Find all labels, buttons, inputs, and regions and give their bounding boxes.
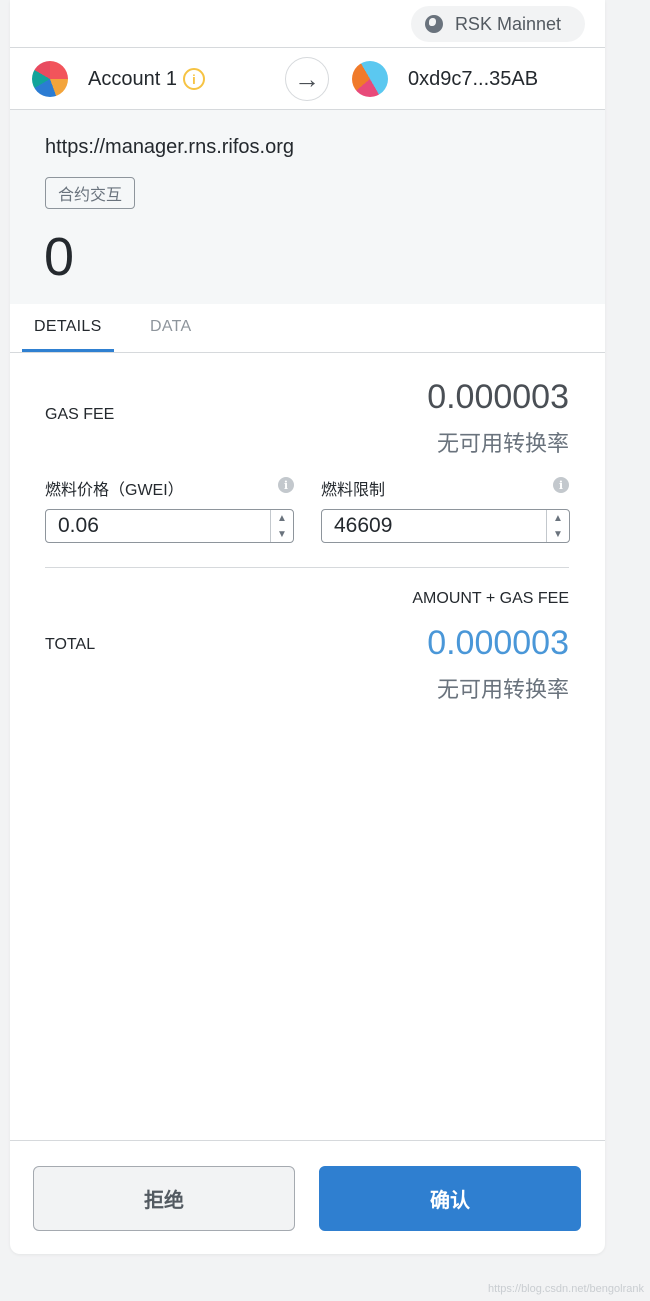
action-badge: 合约交互	[45, 177, 136, 209]
gas-price-stepper: ▲ ▼	[45, 509, 294, 543]
network-name: RSK Mainnet	[454, 13, 561, 34]
tab-details[interactable]: DETAILS	[34, 318, 102, 336]
gas-price-label: 燃料价格（GWEI）	[45, 482, 184, 499]
gas-fee-label: GAS FEE	[45, 406, 115, 423]
active-tab-indicator	[22, 349, 114, 352]
gas-limit-info-icon[interactable]: i	[553, 477, 569, 493]
globe-icon	[424, 15, 443, 33]
arrow-right-icon: →	[285, 57, 329, 101]
network-bar: RSK Mainnet	[10, 0, 605, 48]
footer-actions: 拒绝 确认	[10, 1140, 605, 1254]
tab-data[interactable]: DATA	[150, 318, 192, 336]
gas-price-input[interactable]	[46, 510, 270, 542]
transaction-amount: 0	[44, 227, 75, 287]
gas-limit-input[interactable]	[322, 510, 546, 542]
confirm-transaction-panel: RSK Mainnet Account 1 i → 0xd9c7...35AB …	[10, 0, 605, 1254]
sender-recipient-row: Account 1 i → 0xd9c7...35AB	[10, 48, 605, 110]
gas-fee-value: 0.000003	[427, 378, 569, 416]
total-value: 0.000003	[427, 624, 569, 662]
sender-name: Account 1	[88, 67, 177, 90]
tab-bar: DETAILS DATA	[10, 304, 605, 353]
gas-price-info-icon[interactable]: i	[278, 477, 294, 493]
gas-price-arrows: ▲ ▼	[270, 510, 293, 542]
gas-fee-fiat: 无可用转换率	[436, 431, 569, 456]
recipient-address: 0xd9c7...35AB	[408, 67, 539, 90]
chevron-down-icon[interactable]: ▼	[271, 526, 293, 542]
recipient-account[interactable]: 0xd9c7...35AB	[352, 61, 538, 97]
sender-account[interactable]: Account 1 i	[32, 61, 205, 97]
section-divider	[45, 567, 569, 568]
gas-limit-arrows: ▲ ▼	[546, 510, 569, 542]
network-selector[interactable]: RSK Mainnet	[410, 6, 585, 42]
total-sublabel: AMOUNT + GAS FEE	[412, 590, 569, 607]
info-icon[interactable]: i	[182, 68, 205, 90]
total-fiat: 无可用转换率	[436, 677, 569, 702]
recipient-avatar	[352, 61, 388, 97]
watermark: https://blog.csdn.net/bengolrank	[488, 1283, 644, 1295]
chevron-down-icon[interactable]: ▼	[547, 526, 569, 542]
chevron-up-icon[interactable]: ▲	[271, 510, 293, 526]
gas-limit-label: 燃料限制	[321, 482, 386, 499]
total-label: TOTAL	[45, 636, 96, 653]
chevron-up-icon[interactable]: ▲	[547, 510, 569, 526]
gas-limit-stepper: ▲ ▼	[321, 509, 570, 543]
confirm-button[interactable]: 确认	[319, 1166, 581, 1231]
reject-button[interactable]: 拒绝	[33, 1166, 295, 1231]
transaction-summary: https://manager.rns.rifos.org 合约交互 0	[10, 110, 605, 304]
sender-avatar	[32, 61, 68, 97]
origin-url: https://manager.rns.rifos.org	[45, 136, 295, 158]
